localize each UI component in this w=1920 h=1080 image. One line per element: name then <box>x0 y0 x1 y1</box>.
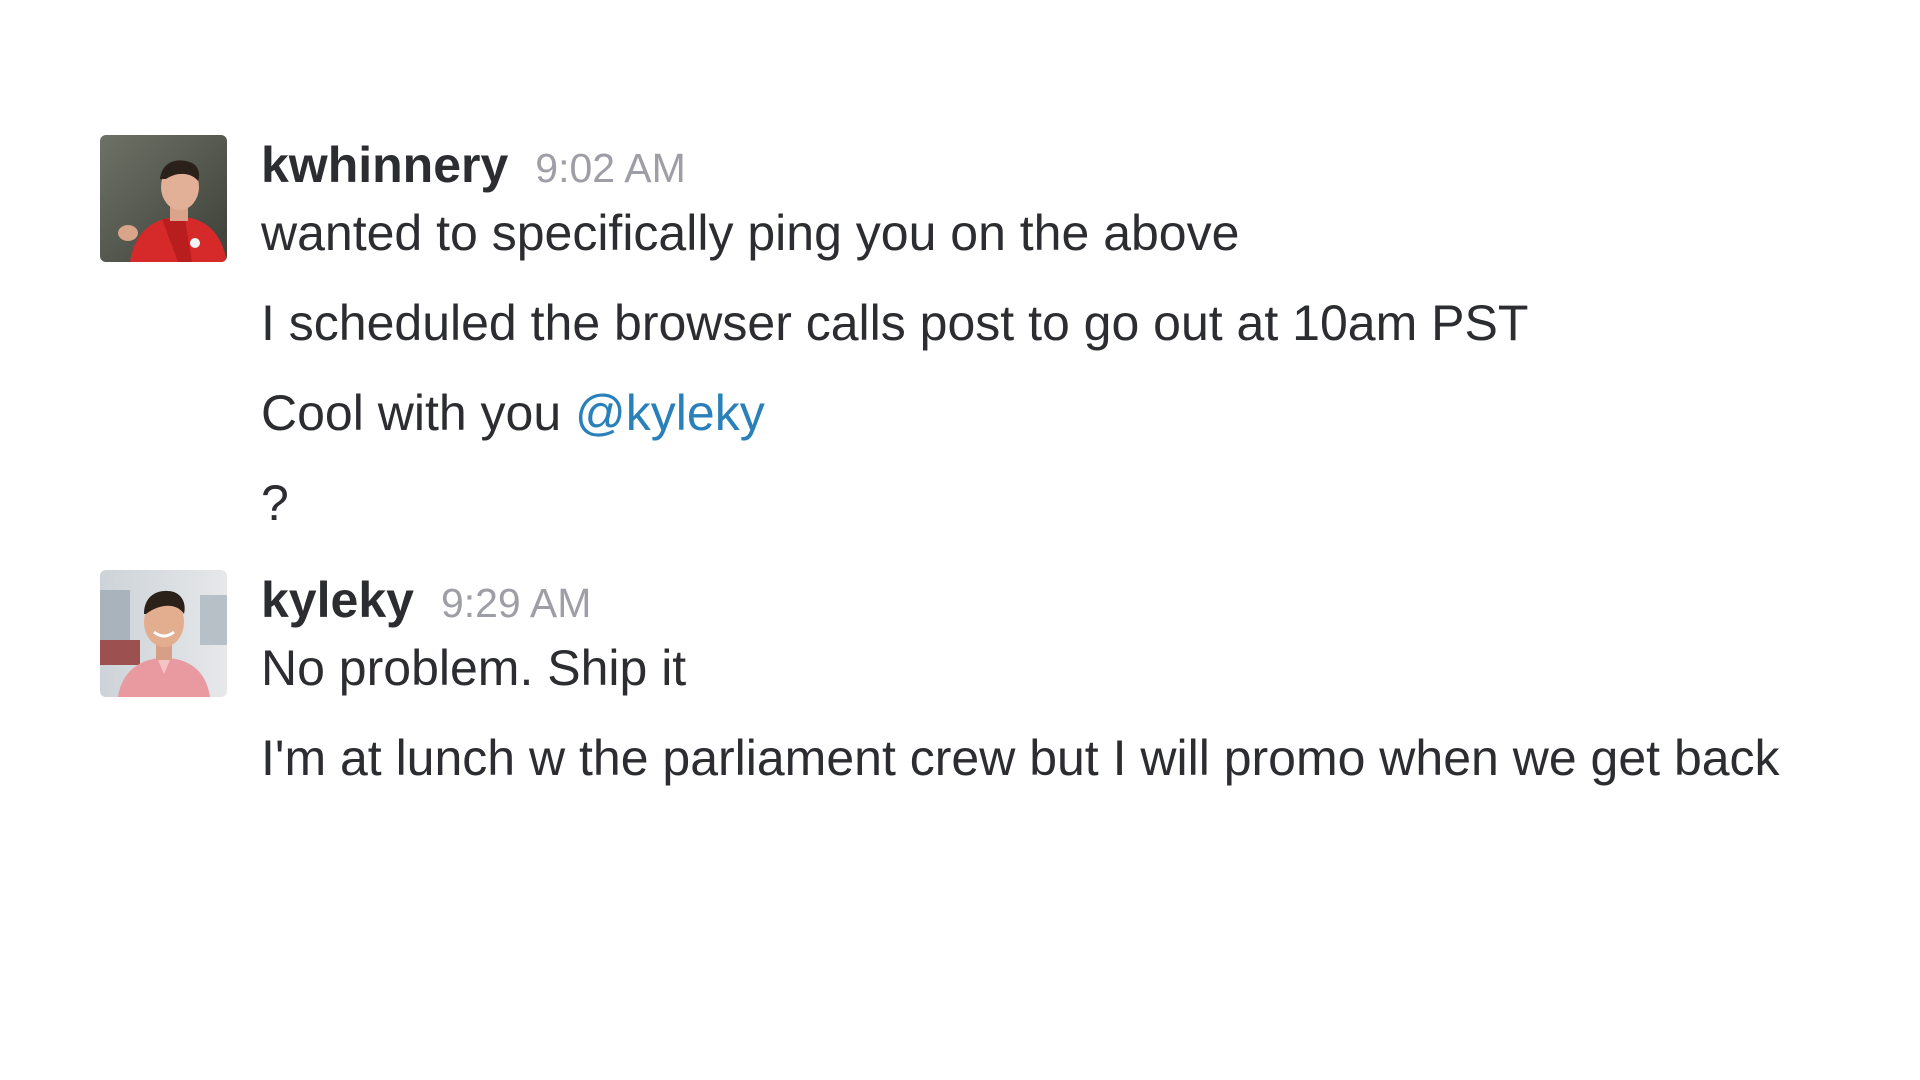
message-header: kwhinnery 9:02 AM <box>261 135 1861 195</box>
message-text: ? <box>261 475 289 531</box>
user-mention-link[interactable]: @kyleky <box>575 385 765 441</box>
message-text: I scheduled the browser calls post to go… <box>261 295 1529 351</box>
avatar-kyleky[interactable] <box>100 570 227 697</box>
message-text: I'm at lunch w the parliament crew but I… <box>261 730 1780 786</box>
message-text: Cool with you <box>261 385 576 441</box>
message-content: kyleky 9:29 AM No problem. Ship it I'm a… <box>261 570 1861 788</box>
message-text: No problem. Ship it <box>261 640 687 696</box>
message-text-with-mention: Cool with you @kyleky <box>261 383 1861 443</box>
avatar-kyleky-image <box>100 570 227 697</box>
timestamp[interactable]: 9:02 AM <box>535 138 685 198</box>
message-text: wanted to specifically ping you on the a… <box>261 205 1240 261</box>
username[interactable]: kyleky <box>261 570 414 630</box>
message-header: kyleky 9:29 AM <box>261 570 1861 630</box>
username[interactable]: kwhinnery <box>261 135 508 195</box>
avatar-kwhinnery[interactable] <box>100 135 227 262</box>
timestamp[interactable]: 9:29 AM <box>441 573 591 633</box>
message-content: kwhinnery 9:02 AM wanted to specifically… <box>261 135 1861 533</box>
avatar-kwhinnery-image <box>100 135 227 262</box>
